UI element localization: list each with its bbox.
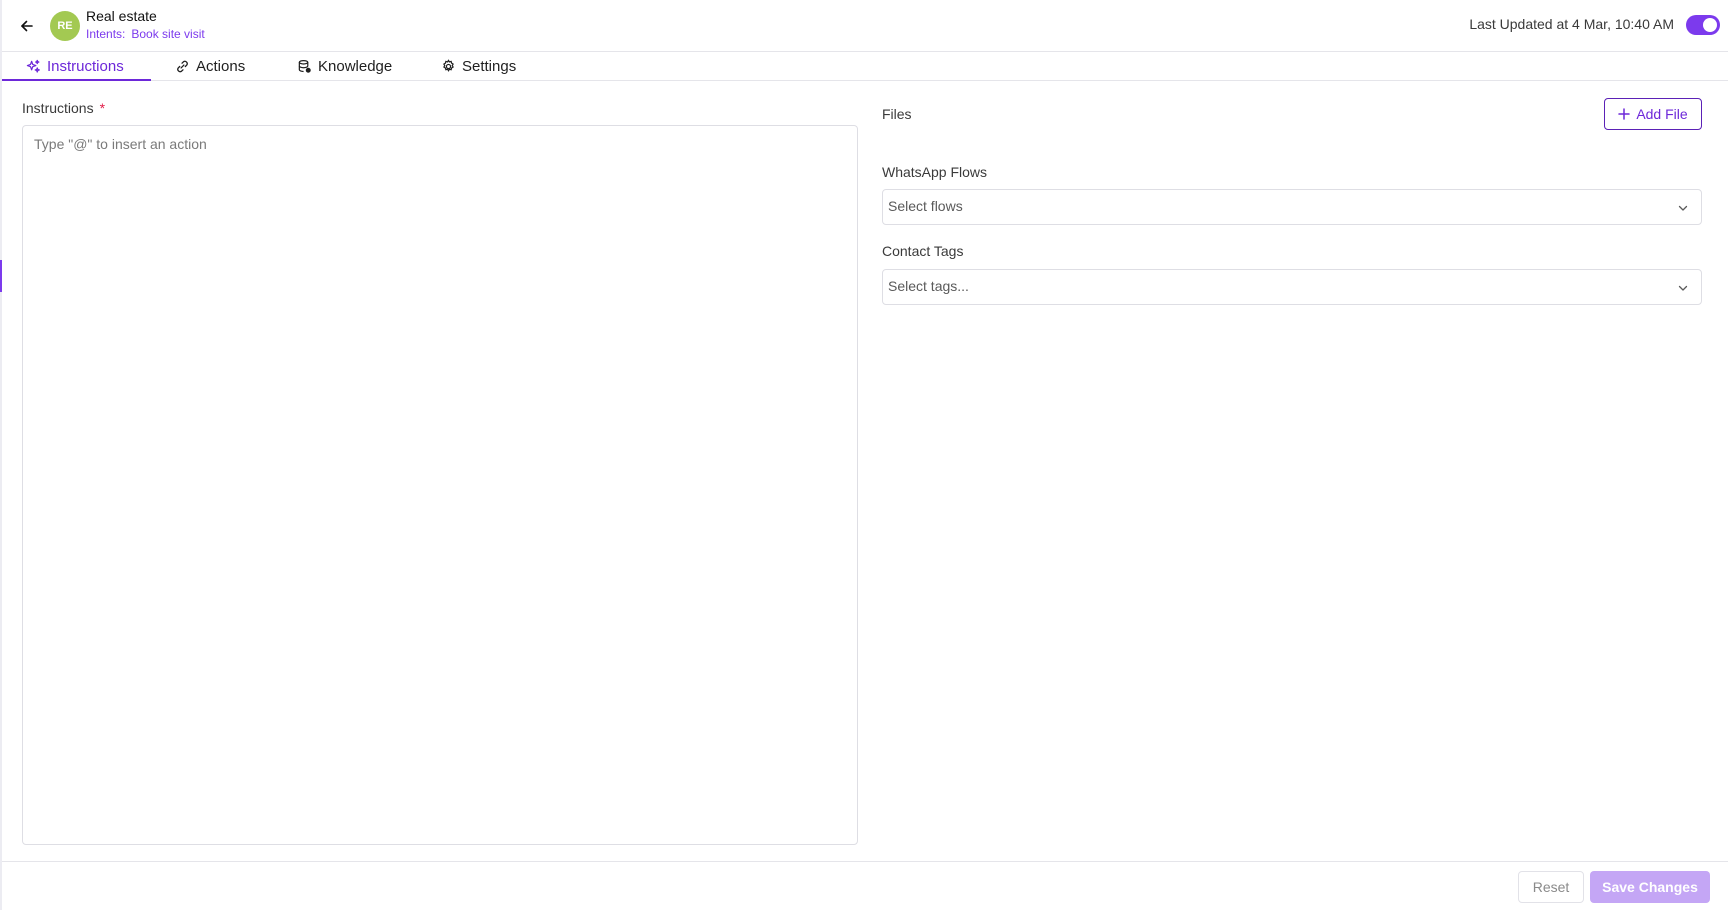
database-icon [298,59,311,73]
required-marker: * [99,100,106,116]
plus-icon [1618,108,1631,120]
page-header: RE Real estate Intents: Book site visit L… [2,0,1728,52]
agent-editor: RE Real estate Intents: Book site visit L… [0,0,1728,910]
tab-knowledge[interactable]: Knowledge [297,52,392,81]
add-file-label: Add File [1636,106,1688,122]
gear-icon [443,59,454,72]
page-footer: Reset Save Changes [2,861,1728,910]
intent-value[interactable]: Book site visit [131,27,204,41]
instructions-label: Instructions * [22,100,105,116]
agent-name: Real estate [86,8,157,24]
tab-label: Knowledge [318,58,393,75]
whatsapp-flows-placeholder: Select flows [888,198,963,214]
avatar: RE [50,11,80,41]
chevron-down-icon [1678,205,1688,211]
contact-tags-label: Contact Tags [882,243,964,259]
back-button[interactable] [16,15,38,37]
intents: Intents: Book site visit [86,27,205,41]
instructions-label-text: Instructions [22,100,94,116]
sparkles-icon [26,59,40,73]
active-tab-indicator [2,79,151,81]
add-file-button[interactable]: Add File [1604,98,1702,130]
reset-button[interactable]: Reset [1518,871,1584,903]
save-changes-button[interactable]: Save Changes [1590,871,1710,903]
chevron-down-icon [1678,285,1688,291]
tab-actions[interactable]: Actions [175,52,245,81]
tab-settings[interactable]: Settings [441,52,516,81]
left-edge-border [0,0,2,910]
tab-label: Settings [462,58,517,75]
tab-bar: Instructions Actions Knowledge Settings [2,52,1728,81]
tab-label: Actions [196,58,246,75]
arrow-left-icon [21,20,33,32]
toggle-knob [1703,18,1717,32]
contact-tags-placeholder: Select tags... [888,278,969,294]
tab-instructions[interactable]: Instructions [26,52,124,81]
left-edge-indicator [0,260,2,292]
files-label: Files [882,106,912,122]
active-toggle[interactable] [1686,15,1720,35]
instructions-input[interactable] [22,125,858,845]
intents-label: Intents: [86,27,126,41]
whatsapp-flows-label: WhatsApp Flows [882,164,988,180]
tab-label: Instructions [47,58,124,75]
last-updated-text: Last Updated at 4 Mar, 10:40 AM [1469,16,1674,32]
contact-tags-select[interactable]: Select tags... [882,269,1702,305]
whatsapp-flows-select[interactable]: Select flows [882,189,1702,225]
link-icon [177,60,188,73]
